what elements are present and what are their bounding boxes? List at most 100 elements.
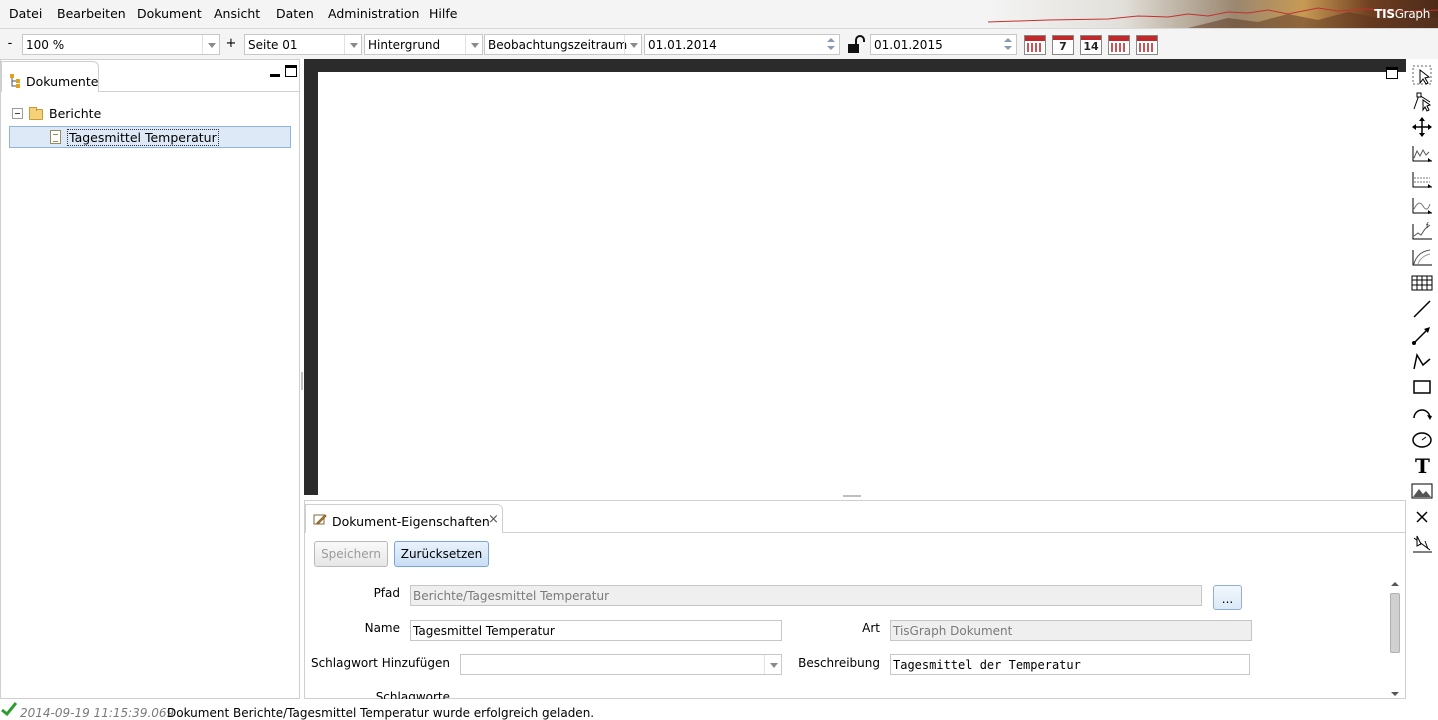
tree-item-berichte[interactable]: Berichte [9, 102, 291, 124]
tree-icon [10, 74, 20, 88]
period-combo[interactable]: Beobachtungszeitraum [484, 34, 642, 55]
select-arrow-icon[interactable] [1410, 63, 1434, 87]
status-message: Dokument Berichte/Tagesmittel Temperatur… [167, 706, 595, 720]
calendar-previous-icon[interactable] [1108, 35, 1130, 55]
path-field: Berichte/Tagesmittel Temperatur [410, 585, 1202, 606]
scrollbar[interactable] [1389, 581, 1401, 697]
keywords-label: Schlagworte [375, 690, 450, 699]
chart-curve-icon[interactable] [1410, 245, 1434, 269]
collapse-icon[interactable] [12, 108, 23, 119]
date-to-spinner[interactable]: 01.01.2015 [870, 34, 1017, 55]
splitter-handle[interactable] [843, 495, 861, 497]
chart-line-icon[interactable] [1410, 141, 1434, 165]
document-editor [304, 59, 1406, 495]
save-button[interactable]: Speichern [314, 541, 388, 567]
calendar-14-icon[interactable]: 14 [1080, 35, 1102, 55]
svg-text:T: T [1415, 454, 1430, 476]
calendar-next-icon[interactable] [1136, 35, 1158, 55]
menu-ansicht[interactable]: Ansicht [214, 6, 260, 21]
move-cross-icon[interactable] [1410, 115, 1434, 139]
chevron-down-icon[interactable] [344, 35, 361, 54]
arc-icon[interactable] [1410, 401, 1434, 425]
description-label: Beschreibung [798, 656, 880, 670]
description-field[interactable]: Tagesmittel der Temperatur [890, 654, 1250, 675]
tab-dokument-eigenschaften[interactable]: Dokument-Eigenschaften × [305, 504, 503, 533]
zoom-combo[interactable]: 100 % [22, 34, 220, 55]
page-value: Seite 01 [248, 38, 298, 52]
calendar-7-icon[interactable]: 7 [1052, 35, 1074, 55]
menu-bar: Datei Bearbeiten Dokument Ansicht Daten … [0, 0, 1438, 29]
rectangle-icon[interactable] [1410, 375, 1434, 399]
line-icon[interactable] [1410, 297, 1434, 321]
tree-item-label: Tagesmittel Temperatur [67, 129, 219, 146]
menu-datei[interactable]: Datei [9, 6, 42, 21]
spinner-arrows-icon[interactable] [999, 35, 1016, 54]
keyword-add-label: Schlagwort Hinzufügen [310, 656, 450, 670]
date-to-value: 01.01.2015 [874, 38, 943, 52]
splitter-handle[interactable] [301, 372, 303, 390]
maximize-icon[interactable] [1386, 67, 1398, 79]
layer-combo[interactable]: Hintergrund [364, 34, 483, 55]
delete-cross-icon[interactable] [1410, 505, 1434, 529]
close-icon[interactable]: × [488, 512, 499, 527]
text-icon[interactable]: T [1410, 453, 1434, 477]
chevron-down-icon[interactable] [202, 35, 219, 54]
tisgraph-logo: TISGraph [1374, 7, 1430, 21]
polyline-icon[interactable] [1410, 349, 1434, 373]
zoom-out-button[interactable]: - [0, 35, 20, 55]
menu-hilfe[interactable]: Hilfe [429, 6, 457, 21]
zoom-in-button[interactable]: + [221, 35, 241, 55]
status-bar: 2014-09-19 11:15:39.069 Dokument Bericht… [0, 700, 1438, 720]
landscape-graph-icon [988, 7, 1438, 28]
scroll-down-icon[interactable] [1391, 691, 1399, 697]
tree-item-document[interactable]: Tagesmittel Temperatur [9, 126, 291, 148]
browse-button[interactable]: ... [1213, 585, 1242, 610]
reset-button[interactable]: Zurücksetzen [394, 541, 489, 567]
chevron-down-icon[interactable] [465, 35, 482, 54]
tab-label: Dokument-Eigenschaften [332, 514, 490, 529]
chevron-down-icon[interactable] [764, 655, 781, 674]
folder-icon [29, 107, 43, 120]
tab-dokumente[interactable]: Dokumente [1, 61, 99, 92]
type-field: TisGraph Dokument [890, 620, 1252, 641]
toolbar: - 100 % + Seite 01 Hintergrund Beobachtu… [0, 29, 1438, 59]
drawing-tools: f T [1406, 59, 1438, 559]
path-label: Pfad [373, 586, 400, 600]
chart-area-icon[interactable] [1410, 193, 1434, 217]
calendar-month-icon[interactable] [1024, 35, 1046, 55]
chart-trend-icon[interactable]: f [1410, 219, 1434, 243]
document-icon [50, 130, 61, 144]
menu-dokument[interactable]: Dokument [137, 6, 202, 21]
layer-value: Hintergrund [368, 38, 441, 52]
menu-bearbeiten[interactable]: Bearbeiten [57, 6, 126, 21]
measure-icon[interactable] [1410, 531, 1434, 555]
properties-edit-icon [313, 514, 327, 525]
scroll-up-icon[interactable] [1391, 581, 1399, 587]
editor-canvas[interactable] [318, 72, 1406, 495]
name-field[interactable]: Tagesmittel Temperatur [410, 620, 782, 641]
period-value: Beobachtungszeitraum [488, 38, 628, 52]
node-edit-icon[interactable] [1410, 89, 1434, 113]
chevron-down-icon[interactable] [624, 35, 641, 54]
lock-open-icon[interactable] [844, 35, 866, 55]
arrow-line-icon[interactable] [1410, 323, 1434, 347]
page-combo[interactable]: Seite 01 [244, 34, 362, 55]
ellipse-icon[interactable] [1410, 427, 1434, 451]
name-label: Name [364, 621, 400, 635]
menu-daten[interactable]: Daten [276, 6, 314, 21]
spinner-arrows-icon[interactable] [822, 35, 839, 54]
properties-tabbar: Dokument-Eigenschaften × [305, 501, 1405, 533]
minimize-icon[interactable] [269, 66, 281, 78]
maximize-icon[interactable] [285, 65, 297, 77]
type-label: Art [862, 621, 880, 635]
checkmark-icon [1, 702, 17, 716]
tab-dokumente-label: Dokumente [26, 74, 99, 89]
keyword-add-combo[interactable] [460, 654, 782, 675]
image-icon[interactable] [1410, 479, 1434, 503]
menu-administration[interactable]: Administration [328, 6, 419, 21]
scrollbar-thumb[interactable] [1390, 593, 1400, 653]
date-from-spinner[interactable]: 01.01.2014 [644, 34, 840, 55]
status-timestamp: 2014-09-19 11:15:39.069 [20, 706, 175, 720]
chart-bar-icon[interactable] [1410, 167, 1434, 191]
table-icon[interactable] [1410, 271, 1434, 295]
